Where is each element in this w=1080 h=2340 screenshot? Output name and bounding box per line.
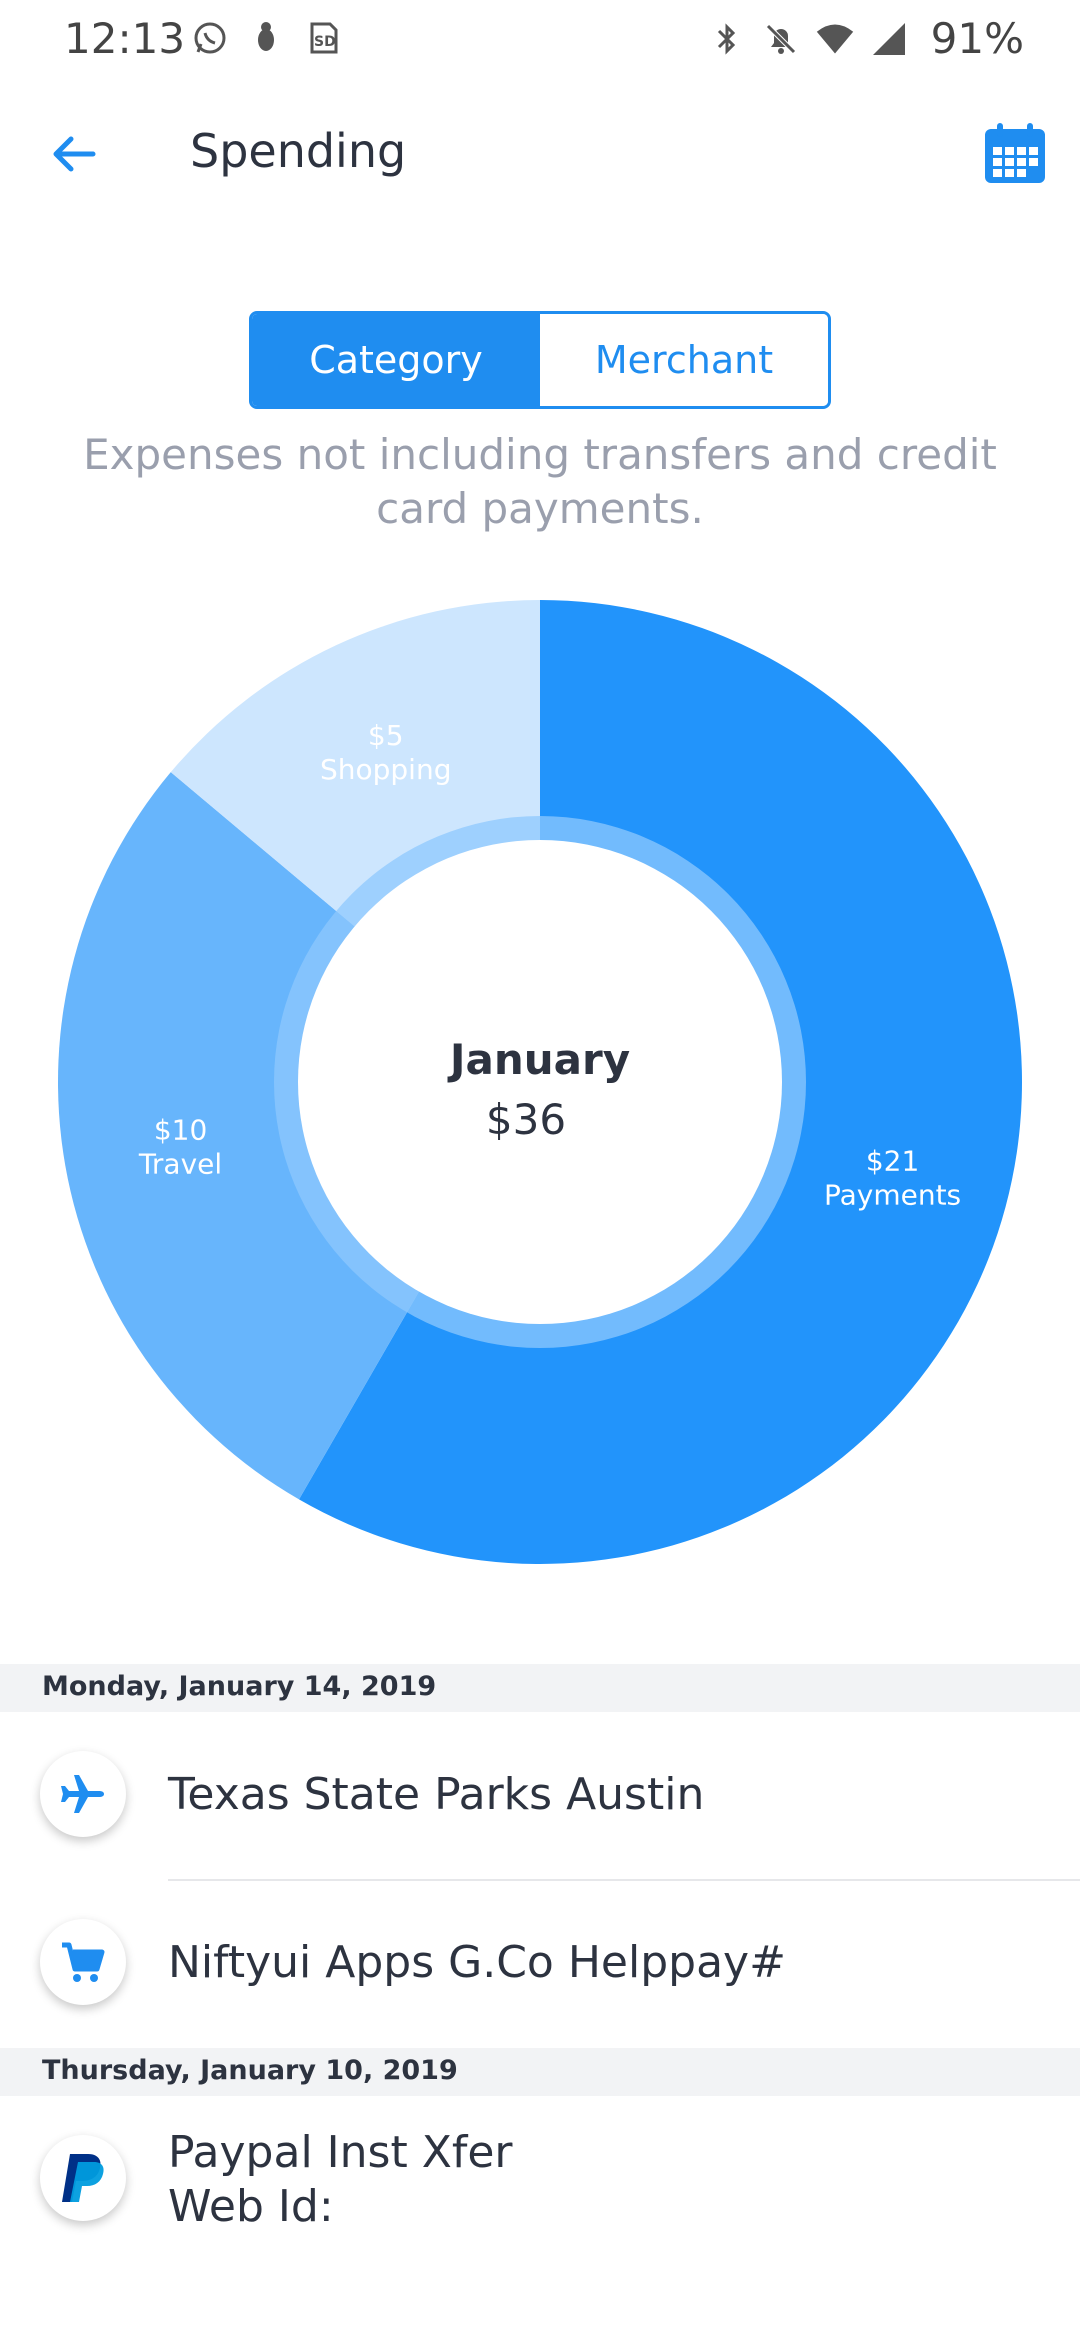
date-section-header: Monday, January 14, 2019 <box>0 1664 1080 1712</box>
paypal-icon <box>40 2135 126 2221</box>
date-section-header: Thursday, January 10, 2019 <box>0 2048 1080 2096</box>
center-month: January <box>447 1035 630 1084</box>
status-notification-icons: SD <box>190 18 342 58</box>
date-header-label: Monday, January 14, 2019 <box>42 1671 437 1702</box>
arrow-left-icon <box>53 136 96 172</box>
status-bar: 12:13 SD 91% <box>0 0 1080 84</box>
expenses-note: Expenses not including transfers and cre… <box>83 430 997 533</box>
spending-donut-chart: $21 Payments $10 Travel $5 Shopping January $… <box>0 560 1080 1590</box>
page-title: Spending <box>190 124 407 178</box>
tab-category[interactable]: Category <box>252 314 540 406</box>
tab-merchant[interactable]: Merchant <box>540 314 828 406</box>
status-time: 12:13 <box>64 14 186 63</box>
shopping-cart-icon <box>40 1919 126 2005</box>
app-bar: Spending <box>0 100 1080 204</box>
transaction-row[interactable]: Paypal Inst Xfer Web Id: <box>0 2096 1080 2264</box>
calendar-button[interactable] <box>980 118 1050 188</box>
transaction-row[interactable]: Niftyui Apps G.Co Helppay# <box>0 1880 1080 2048</box>
transaction-name: Texas State Parks Austin <box>168 1769 705 1820</box>
transaction-name: Niftyui Apps G.Co Helppay# <box>168 1937 786 1988</box>
donut-svg: $21 Payments$10 Travel$5 Shopping January $… <box>57 600 1022 1564</box>
date-header-label: Thursday, January 10, 2019 <box>42 2055 458 2086</box>
bluetooth-icon <box>707 19 747 59</box>
center-total: $36 <box>486 1095 566 1144</box>
calendar-icon <box>985 123 1045 183</box>
airplane-icon <box>40 1751 126 1837</box>
whatsapp-icon <box>190 18 230 58</box>
back-button[interactable] <box>40 120 108 188</box>
svg-text:SD: SD <box>314 34 336 50</box>
view-toggle: Category Merchant <box>249 311 831 409</box>
sd-card-icon: SD <box>302 18 342 58</box>
android-debug-icon <box>246 18 286 58</box>
notifications-off-icon <box>761 19 801 59</box>
status-system-icons: 91% <box>707 14 1024 63</box>
battery-percentage: 91% <box>930 14 1024 63</box>
transaction-row[interactable]: Texas State Parks Austin <box>0 1712 1080 1880</box>
wifi-icon <box>815 19 855 59</box>
cell-signal-icon <box>869 19 909 59</box>
transaction-name: Paypal Inst Xfer Web Id: <box>168 2127 513 2232</box>
